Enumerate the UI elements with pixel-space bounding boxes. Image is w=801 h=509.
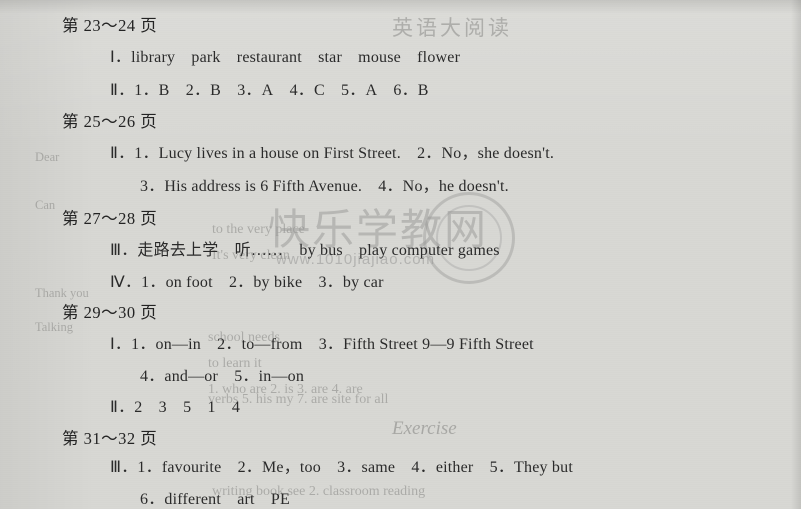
section-heading: 第 25～26 页 — [62, 112, 158, 131]
answer-line: Ⅰ．1．on—in 2．to—from 3．Fifth Street 9—9 F… — [110, 336, 534, 353]
answer-line: Ⅱ．2 3 5 1 4 — [110, 399, 241, 416]
answer-line: Ⅲ．走路去上学 听…… by bus play computer games — [110, 242, 500, 259]
answer-line: Ⅰ．library park restaurant star mouse flo… — [110, 49, 461, 66]
answer-line: Ⅱ．1．B 2．B 3．A 4．C 5．A 6．B — [110, 82, 429, 99]
answer-line: Ⅲ．1．favourite 2．Me，too 3．same 4．either 5… — [110, 459, 573, 476]
answer-line: 4．and—or 5．in—on — [140, 368, 305, 385]
section-heading: 第 29～30 页 — [62, 303, 158, 322]
answer-line: 6．different art PE — [140, 491, 290, 508]
answer-line: Ⅳ．1．on foot 2．by bike 3．by car — [110, 274, 384, 291]
answer-line: 3．His address is 6 Fifth Avenue. 4．No，he… — [140, 178, 509, 195]
section-heading: 第 23～24 页 — [62, 16, 158, 35]
section-heading: 第 27～28 页 — [62, 209, 158, 228]
answer-line: Ⅱ．1．Lucy lives in a house on First Stree… — [110, 145, 555, 162]
answer-key-content: 第 23～24 页 Ⅰ．library park restaurant star… — [0, 0, 801, 509]
section-heading: 第 31～32 页 — [62, 429, 158, 448]
